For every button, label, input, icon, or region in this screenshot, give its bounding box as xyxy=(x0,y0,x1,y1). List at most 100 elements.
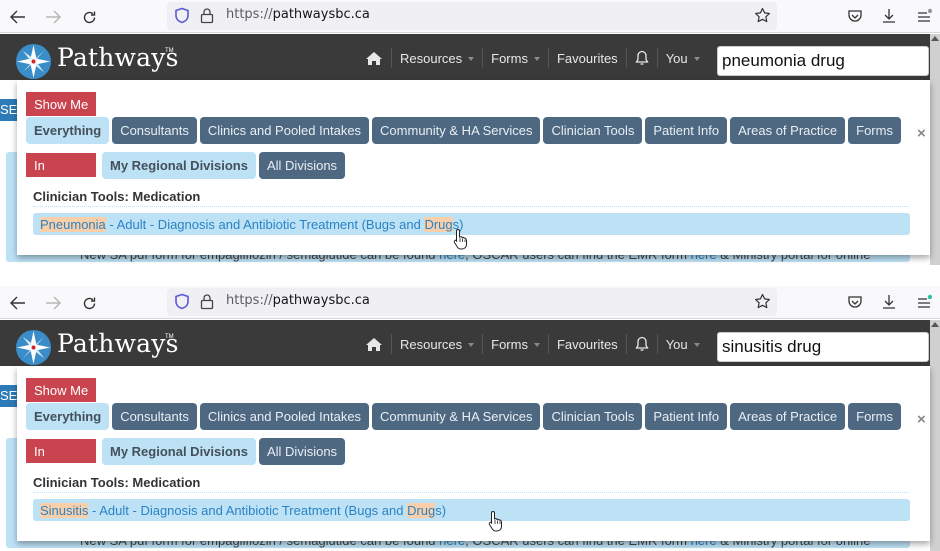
brand-name[interactable]: Pathways xyxy=(57,43,179,72)
main-nav: Resources Forms Favourites You xyxy=(365,334,708,354)
menu-icon[interactable] xyxy=(914,292,934,312)
forward-icon[interactable] xyxy=(42,292,64,314)
in-label: In xyxy=(26,439,96,463)
filter-clinician-tools[interactable]: Clinician Tools xyxy=(543,403,643,430)
lock-icon[interactable] xyxy=(200,7,214,29)
browser-toolbar: https://pathwaysbc.ca xyxy=(0,0,940,33)
filter-patient-info[interactable]: Patient Info xyxy=(645,117,728,144)
lock-icon[interactable] xyxy=(200,293,214,315)
filter-forms[interactable]: Forms xyxy=(848,403,901,430)
trademark: TM xyxy=(165,48,174,54)
chevron-down-icon xyxy=(533,57,540,61)
nav-resources[interactable]: Resources xyxy=(391,48,482,68)
result-section-title: Clinician Tools: Medication xyxy=(33,189,201,204)
nav-you[interactable]: You xyxy=(656,334,708,354)
shield-icon[interactable] xyxy=(174,293,190,315)
brand-name[interactable]: Pathways xyxy=(57,329,179,358)
pathways-logo-icon[interactable] xyxy=(15,329,52,366)
bell-icon[interactable] xyxy=(625,48,657,68)
home-icon[interactable] xyxy=(365,334,391,354)
page-scrollbar[interactable] xyxy=(930,320,940,551)
url-bar[interactable]: https://pathwaysbc.ca xyxy=(167,2,777,30)
url-domain: pathwaysbc.ca xyxy=(272,293,370,308)
trademark: TM xyxy=(165,334,174,340)
nav-forms[interactable]: Forms xyxy=(482,334,548,354)
nav-favourites-label: Favourites xyxy=(556,50,618,66)
filter-row: Everything Consultants Clinics and Poole… xyxy=(26,403,901,430)
division-all[interactable]: All Divisions xyxy=(258,152,346,179)
site-header: Pathways TM Resources Forms Favourites Y… xyxy=(0,320,930,366)
url-text[interactable]: https://pathwaysbc.ca xyxy=(226,7,370,22)
filter-clinics[interactable]: Clinics and Pooled Intakes xyxy=(199,403,370,430)
bookmark-star-icon[interactable] xyxy=(754,293,771,315)
filter-community-services[interactable]: Community & HA Services xyxy=(372,117,541,144)
scroll-up-icon[interactable] xyxy=(931,322,939,327)
search-input[interactable] xyxy=(717,46,929,76)
chevron-down-icon xyxy=(693,343,700,347)
chevron-down-icon xyxy=(468,57,475,61)
filter-patient-info[interactable]: Patient Info xyxy=(645,403,728,430)
nav-favourites[interactable]: Favourites xyxy=(547,48,626,68)
menu-icon[interactable] xyxy=(914,6,934,26)
nav-forms[interactable]: Forms xyxy=(482,48,548,68)
page-scrollbar[interactable] xyxy=(930,34,940,265)
search-results-dropdown: Show Me Everything Consultants Clinics a… xyxy=(17,366,930,541)
back-icon[interactable] xyxy=(7,292,29,314)
home-icon[interactable] xyxy=(365,48,391,68)
filter-clinician-tools[interactable]: Clinician Tools xyxy=(543,117,643,144)
filter-everything[interactable]: Everything xyxy=(26,117,110,144)
filter-everything[interactable]: Everything xyxy=(26,403,110,430)
reload-icon[interactable] xyxy=(78,292,100,314)
background-tab-stub: SE xyxy=(0,385,17,407)
division-all[interactable]: All Divisions xyxy=(258,438,346,465)
chevron-down-icon xyxy=(468,343,475,347)
division-my-regional[interactable]: My Regional Divisions xyxy=(102,438,256,465)
bookmark-star-icon[interactable] xyxy=(754,7,771,29)
search-input[interactable] xyxy=(717,332,929,362)
search-result-item[interactable]: Pneumonia - Adult - Diagnosis and Antibi… xyxy=(33,213,910,235)
pocket-icon[interactable] xyxy=(845,6,865,26)
nav-you[interactable]: You xyxy=(656,48,708,68)
in-label: In xyxy=(26,153,96,177)
nav-resources-label: Resources xyxy=(400,336,463,352)
filter-consultants[interactable]: Consultants xyxy=(112,117,197,144)
result-text: - Adult - Diagnosis and Antibiotic Treat… xyxy=(88,503,408,518)
hand-pointer-cursor-icon xyxy=(453,228,467,250)
filter-clinics[interactable]: Clinics and Pooled Intakes xyxy=(199,117,370,144)
nav-resources[interactable]: Resources xyxy=(391,334,482,354)
result-text: - Adult - Diagnosis and Antibiotic Treat… xyxy=(105,217,425,232)
chevron-down-icon xyxy=(533,343,540,347)
reload-icon[interactable] xyxy=(78,6,100,28)
nav-favourites-label: Favourites xyxy=(556,336,618,352)
filter-row: Everything Consultants Clinics and Poole… xyxy=(26,117,901,144)
shield-icon[interactable] xyxy=(174,7,190,29)
result-highlight-term: Pneumonia xyxy=(40,217,106,232)
filter-consultants[interactable]: Consultants xyxy=(112,403,197,430)
nav-favourites[interactable]: Favourites xyxy=(547,334,626,354)
nav-you-label: You xyxy=(665,336,688,352)
browser-toolbar: https://pathwaysbc.ca xyxy=(0,286,940,319)
url-text[interactable]: https://pathwaysbc.ca xyxy=(226,293,370,308)
scroll-up-icon[interactable] xyxy=(931,36,939,41)
screenshot-frame-1: https://pathwaysbc.ca Pathways TM Resour… xyxy=(0,0,940,265)
close-icon[interactable]: × xyxy=(917,125,926,142)
url-prefix: https:// xyxy=(226,293,273,308)
back-icon[interactable] xyxy=(7,6,29,28)
division-my-regional[interactable]: My Regional Divisions xyxy=(102,152,256,179)
filter-areas-of-practice[interactable]: Areas of Practice xyxy=(730,117,846,144)
search-result-item[interactable]: Sinusitis - Adult - Diagnosis and Antibi… xyxy=(33,499,910,521)
download-icon[interactable] xyxy=(879,6,899,26)
url-bar[interactable]: https://pathwaysbc.ca xyxy=(167,288,777,316)
filter-forms[interactable]: Forms xyxy=(848,117,901,144)
result-highlight-drug: Drug xyxy=(407,503,436,518)
filter-areas-of-practice[interactable]: Areas of Practice xyxy=(730,403,846,430)
pathways-logo-icon[interactable] xyxy=(15,43,52,80)
forward-icon[interactable] xyxy=(42,6,64,28)
download-icon[interactable] xyxy=(879,292,899,312)
section-divider xyxy=(33,206,909,207)
pocket-icon[interactable] xyxy=(845,292,865,312)
division-row: My Regional Divisions All Divisions xyxy=(102,438,346,465)
close-icon[interactable]: × xyxy=(917,411,926,428)
bell-icon[interactable] xyxy=(625,334,657,354)
filter-community-services[interactable]: Community & HA Services xyxy=(372,403,541,430)
